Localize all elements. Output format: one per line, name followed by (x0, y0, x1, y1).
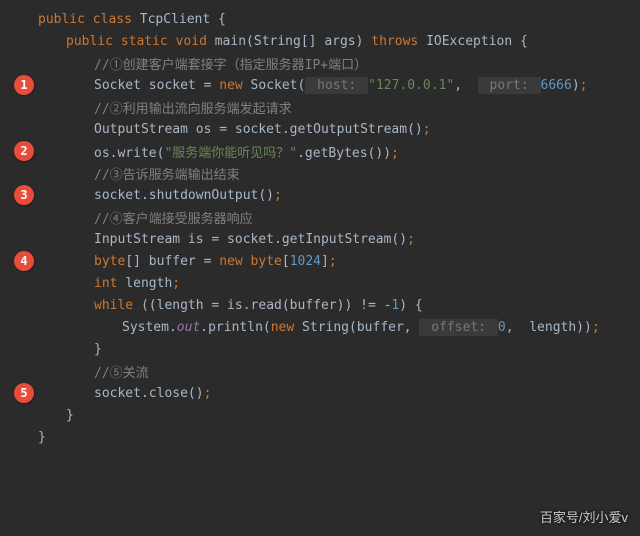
comment-line: //③告诉服务端输出结束 (0, 162, 640, 184)
comment-line: //①创建客户端套接字（指定服务器IP+端口） (0, 52, 640, 74)
code-line: 3socket.shutdownOutput(); (0, 184, 640, 206)
comment-line: //⑤关流 (0, 360, 640, 382)
step-badge-5: 5 (14, 383, 34, 403)
code-line: InputStream is = socket.getInputStream()… (0, 228, 640, 250)
code-line: } (0, 426, 640, 448)
step-badge-2: 2 (14, 141, 34, 161)
code-line: while ((length = is.read(buffer)) != -1)… (0, 294, 640, 316)
code-line: } (0, 404, 640, 426)
code-line: System.out.println(new String(buffer, of… (0, 316, 640, 338)
code-line: 4byte[] buffer = new byte[1024]; (0, 250, 640, 272)
comment-line: //②利用输出流向服务端发起请求 (0, 96, 640, 118)
code-line: 5socket.close(); (0, 382, 640, 404)
comment-line: //④客户端接受服务器响应 (0, 206, 640, 228)
step-badge-3: 3 (14, 185, 34, 205)
code-line: 1Socket socket = new Socket( host: "127.… (0, 74, 640, 96)
code-line: OutputStream os = socket.getOutputStream… (0, 118, 640, 140)
step-badge-1: 1 (14, 75, 34, 95)
watermark-text: 百家号/刘小爱v (540, 507, 628, 526)
code-line: public class TcpClient { (0, 8, 640, 30)
code-line: public static void main(String[] args) t… (0, 30, 640, 52)
code-line: int length; (0, 272, 640, 294)
step-badge-4: 4 (14, 251, 34, 271)
code-line: 2os.write("服务端你能听见吗？".getBytes()); (0, 140, 640, 162)
code-line: } (0, 338, 640, 360)
